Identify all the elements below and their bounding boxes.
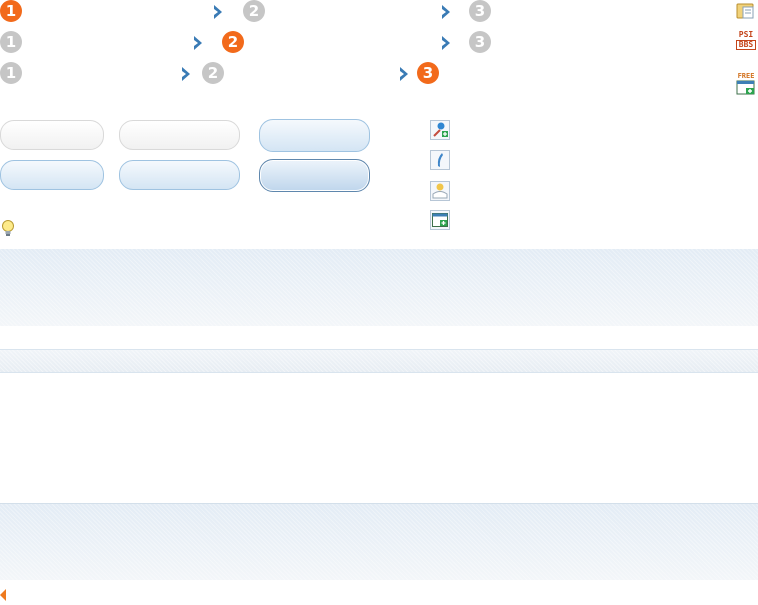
user-chat-icon[interactable] [430, 181, 450, 201]
step-3-active: 3 [417, 62, 439, 84]
window-add-icon[interactable] [430, 210, 450, 230]
psi-bbs-icon[interactable]: PSI BBS [736, 31, 756, 51]
lightbulb-icon [2, 220, 14, 236]
folder-note-icon[interactable] [736, 1, 756, 21]
triangle-left-icon[interactable] [0, 589, 8, 601]
step-2: 2 [243, 0, 265, 22]
step-1: 1 [0, 31, 22, 53]
step-arrow-icon [442, 5, 450, 19]
step-arrow-icon [214, 5, 222, 19]
step-arrow-icon [442, 36, 450, 50]
free-label: FREE [737, 72, 755, 80]
panel-top [0, 249, 758, 326]
step-1: 1 [0, 62, 22, 84]
step-arrow-icon [182, 67, 190, 81]
bbs-label: BBS [736, 40, 756, 50]
panel-bottom [0, 503, 758, 580]
step-1-active: 1 [0, 0, 22, 22]
step-arrow-icon [194, 36, 202, 50]
button-grey-1[interactable] [0, 120, 104, 150]
button-blue-2[interactable] [0, 160, 104, 190]
phone-icon[interactable] [430, 150, 450, 170]
step-2: 2 [202, 62, 224, 84]
step-arrow-icon [400, 67, 408, 81]
psi-label: PSI [738, 30, 754, 39]
panel-strip [0, 349, 758, 373]
step-3: 3 [469, 0, 491, 22]
free-window-icon[interactable]: FREE [736, 73, 756, 95]
button-grey-2[interactable] [119, 120, 240, 150]
step-2-active: 2 [222, 31, 244, 53]
user-add-icon[interactable] [430, 120, 450, 140]
button-blue-pressed[interactable] [259, 159, 370, 192]
window-add-icon [736, 80, 755, 95]
button-blue-1[interactable] [259, 119, 370, 152]
button-blue-3[interactable] [119, 160, 240, 190]
step-3: 3 [469, 31, 491, 53]
